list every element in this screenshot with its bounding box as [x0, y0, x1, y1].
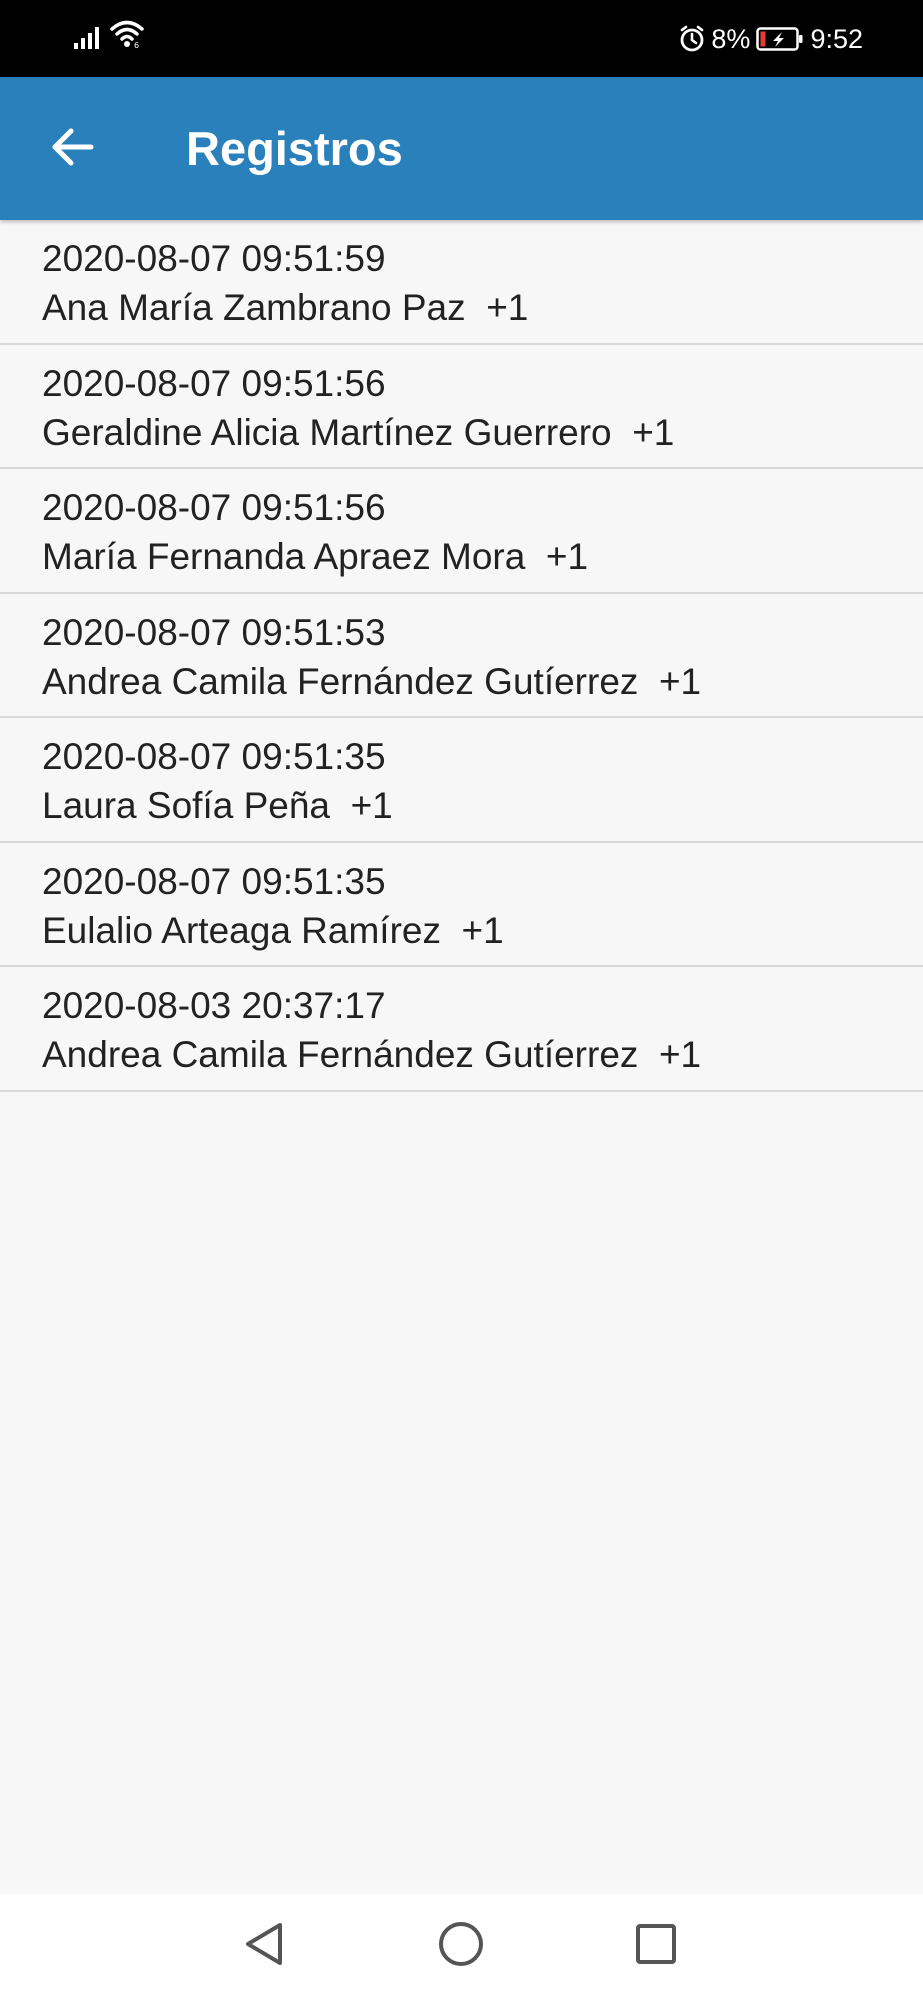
- record-entry: María Fernanda Apraez Mora +1: [42, 532, 923, 581]
- record-timestamp: 2020-08-07 09:51:56: [42, 362, 386, 404]
- record-entry: Andrea Camila Fernández Gutíerrez +1: [42, 1030, 923, 1079]
- signal-icon: [74, 23, 104, 54]
- record-name: María Fernanda Apraez Mora: [42, 536, 526, 577]
- record-name: Andrea Camila Fernández Gutíerrez: [42, 1034, 639, 1075]
- wifi-icon: 6: [110, 19, 144, 54]
- app-bar: Registros: [0, 77, 923, 220]
- record-name: Geraldine Alicia Martínez Guerrero: [42, 411, 612, 453]
- record-entry: Ana María Zambrano Paz +1: [42, 283, 923, 332]
- record-timestamp: 2020-08-03 20:37:17: [42, 985, 386, 1026]
- back-triangle-icon: [242, 1921, 286, 1972]
- alarm-icon: [679, 25, 705, 53]
- system-nav-bar: [0, 1894, 923, 1999]
- record-name: Eulalio Arteaga Ramírez: [42, 909, 441, 951]
- list-item[interactable]: 2020-08-07 09:51:53 Andrea Camila Fernán…: [0, 594, 923, 718]
- arrow-left-icon: [49, 127, 95, 172]
- status-bar: 6 8% 9:52: [0, 0, 923, 77]
- record-timestamp: 2020-08-07 09:51:35: [42, 736, 386, 777]
- record-timestamp: 2020-08-07 09:51:53: [42, 611, 386, 653]
- home-circle-icon: [438, 1921, 484, 1972]
- clock-time: 9:52: [810, 23, 863, 54]
- record-name: Laura Sofía Peña: [42, 785, 330, 826]
- list-item[interactable]: 2020-08-07 09:51:56 María Fernanda Aprae…: [0, 469, 923, 594]
- nav-recents-button[interactable]: [626, 1916, 686, 1976]
- back-button[interactable]: [30, 113, 114, 185]
- list-item[interactable]: 2020-08-03 20:37:17 Andrea Camila Fernán…: [0, 967, 923, 1092]
- battery-percent: 8%: [711, 23, 751, 54]
- record-timestamp: 2020-08-07 09:51:35: [42, 860, 386, 902]
- status-left-icons: 6: [74, 20, 144, 54]
- page-title: Registros: [186, 122, 403, 175]
- record-delta: +1: [632, 411, 675, 453]
- nav-home-button[interactable]: [431, 1916, 491, 1976]
- record-name: Andrea Camila Fernández Gutíerrez: [42, 660, 639, 702]
- status-right-icons: 8% 9:52: [679, 20, 863, 58]
- recents-square-icon: [635, 1923, 677, 1970]
- battery-icon: [756, 26, 804, 52]
- record-delta: +1: [545, 536, 589, 577]
- list-item[interactable]: 2020-08-07 09:51:35 Eulalio Arteaga Ramí…: [0, 843, 923, 967]
- records-list: 2020-08-07 09:51:59 Ana María Zambrano P…: [0, 220, 923, 1092]
- record-entry: Geraldine Alicia Martínez Guerrero +1: [42, 408, 923, 457]
- record-delta: +1: [486, 287, 529, 328]
- record-timestamp: 2020-08-07 09:51:56: [42, 487, 386, 528]
- record-timestamp: 2020-08-07 09:51:59: [42, 238, 386, 279]
- record-name: Ana María Zambrano Paz: [42, 287, 466, 328]
- list-item[interactable]: 2020-08-07 09:51:35 Laura Sofía Peña +1: [0, 718, 923, 843]
- record-delta: +1: [658, 1034, 702, 1075]
- record-delta: +1: [350, 785, 393, 826]
- list-item[interactable]: 2020-08-07 09:51:56 Geraldine Alicia Mar…: [0, 345, 923, 469]
- record-entry: Andrea Camila Fernández Gutíerrez +1: [42, 657, 923, 706]
- list-item[interactable]: 2020-08-07 09:51:59 Ana María Zambrano P…: [0, 220, 923, 345]
- record-entry: Eulalio Arteaga Ramírez +1: [42, 906, 923, 955]
- record-delta: +1: [658, 660, 702, 702]
- svg-text:6: 6: [134, 41, 139, 49]
- record-delta: +1: [461, 909, 504, 951]
- record-entry: Laura Sofía Peña +1: [42, 781, 923, 830]
- nav-back-button[interactable]: [234, 1916, 294, 1976]
